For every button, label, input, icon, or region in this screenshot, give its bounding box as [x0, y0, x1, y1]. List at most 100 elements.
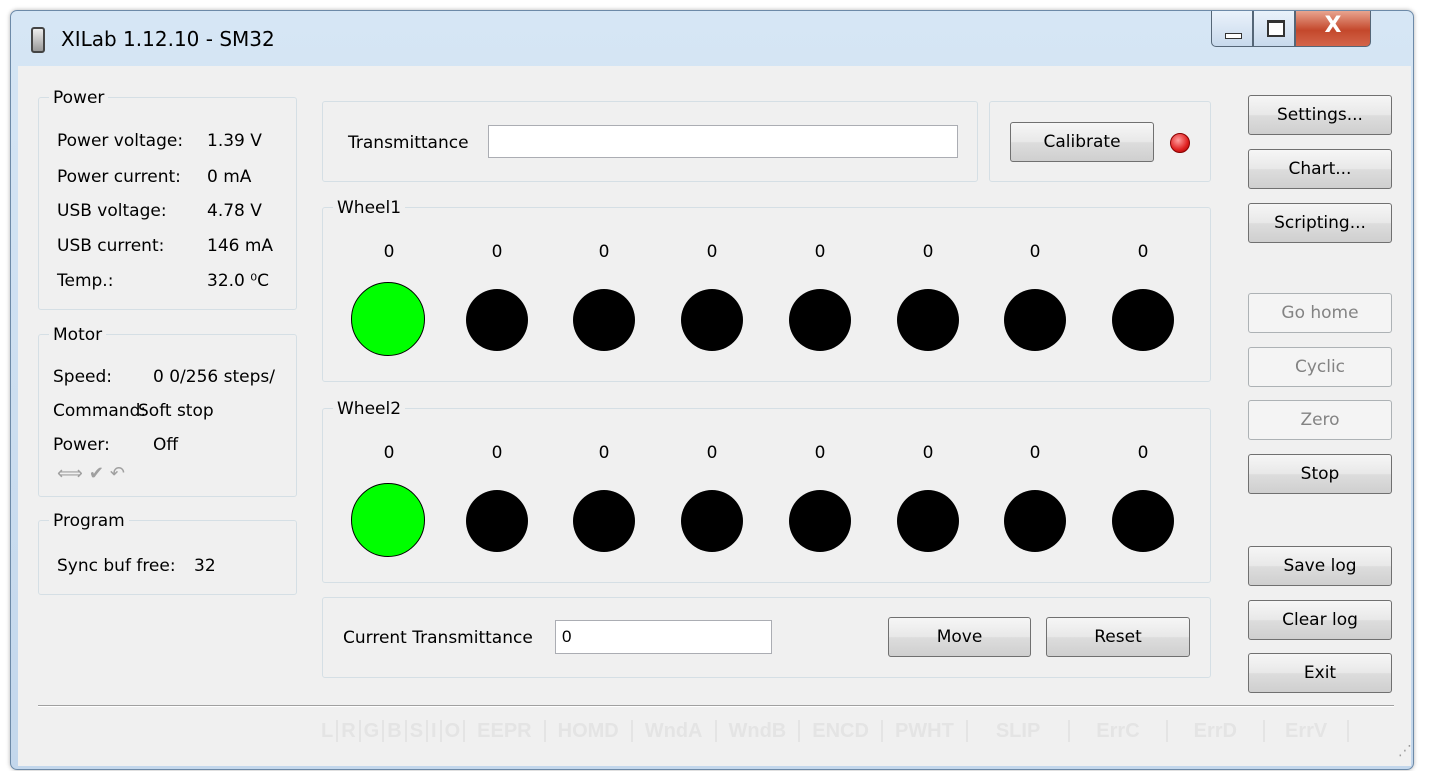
- exit-button[interactable]: Exit: [1248, 653, 1392, 693]
- zero-button[interactable]: Zero: [1248, 400, 1392, 440]
- wheel2-count-8: 0: [1137, 443, 1149, 463]
- wheel1-position-7[interactable]: [1004, 289, 1066, 351]
- status-flag-b: B: [384, 720, 407, 742]
- motor-speed-value: 0 0/256 steps/: [153, 367, 275, 387]
- wheel1-group: Wheel1: [322, 198, 1211, 382]
- wheel2-count-6: 0: [922, 443, 934, 463]
- bottom-separator: [38, 705, 1394, 707]
- temperature-value: 32.0 ⁰C: [207, 271, 269, 291]
- power-current-label: Power current:: [57, 167, 181, 187]
- scripting-button[interactable]: Scripting...: [1248, 203, 1392, 243]
- reset-button[interactable]: Reset: [1046, 617, 1190, 657]
- minimize-icon: [1225, 33, 1242, 39]
- status-flag-encd: ENCD: [800, 720, 883, 742]
- wheel1-position-5[interactable]: [789, 289, 851, 351]
- resize-grip-icon[interactable]: ⋰: [1398, 743, 1412, 759]
- minimize-button[interactable]: [1211, 11, 1253, 47]
- motor-command-label: Command:: [53, 401, 147, 421]
- power-voltage-value: 1.39 V: [207, 131, 262, 151]
- wheel1-count-3: 0: [598, 242, 610, 262]
- wheel2-position-5[interactable]: [789, 490, 851, 552]
- app-icon: [31, 27, 45, 53]
- wheel2-count-2: 0: [491, 443, 503, 463]
- transmittance-label: Transmittance: [348, 133, 469, 153]
- wheel2-position-7[interactable]: [1004, 490, 1066, 552]
- program-group-title: Program: [49, 511, 129, 531]
- motor-state-icons: ⟺✔↶: [57, 463, 131, 484]
- usb-voltage-value: 4.78 V: [207, 201, 262, 221]
- wheel1-position-1[interactable]: [351, 282, 425, 356]
- wheel2-count-4: 0: [706, 443, 718, 463]
- power-voltage-label: Power voltage:: [57, 131, 184, 151]
- wheel2-position-1[interactable]: [351, 483, 425, 557]
- status-flag-wndb: WndB: [716, 720, 801, 742]
- title-bar[interactable]: XILab 1.12.10 - SM32 X: [11, 11, 1413, 67]
- usb-voltage-label: USB voltage:: [57, 201, 167, 221]
- wheel1-position-3[interactable]: [573, 289, 635, 351]
- checkmark-icon: ✔: [88, 463, 110, 484]
- wheel1-position-4[interactable]: [681, 289, 743, 351]
- wheel2-position-8[interactable]: [1112, 490, 1174, 552]
- wheel1-count-5: 0: [814, 242, 826, 262]
- status-flag-wnda: WndA: [632, 720, 717, 742]
- status-flag-s: S: [406, 720, 429, 742]
- power-current-value: 0 mA: [207, 167, 252, 187]
- status-flag-homd: HOMD: [545, 720, 633, 742]
- close-icon: X: [1324, 13, 1342, 38]
- maximize-button[interactable]: [1253, 11, 1295, 47]
- usb-current-value: 146 mA: [207, 236, 274, 256]
- save-log-button[interactable]: Save log: [1248, 546, 1392, 586]
- status-flag-errc: ErrC: [1070, 720, 1168, 742]
- settings-button[interactable]: Settings...: [1248, 95, 1392, 135]
- motor-speed-label: Speed:: [53, 367, 113, 387]
- status-flag-pwht: PWHT: [882, 720, 968, 742]
- status-flag-o: O: [441, 720, 466, 742]
- calibrate-button[interactable]: Calibrate: [1010, 122, 1154, 162]
- current-transmittance-label: Current Transmittance: [343, 628, 533, 648]
- go-home-button[interactable]: Go home: [1248, 293, 1392, 333]
- motor-power-value: Off: [153, 435, 179, 455]
- double-arrow-icon: ⟺: [57, 463, 89, 484]
- current-transmittance-input[interactable]: [555, 620, 772, 654]
- move-button[interactable]: Move: [888, 617, 1031, 657]
- status-flag-l: L: [318, 720, 339, 742]
- wheel2-position-3[interactable]: [573, 490, 635, 552]
- wheel2-count-5: 0: [814, 443, 826, 463]
- stop-button[interactable]: Stop: [1248, 454, 1392, 494]
- motor-group-title: Motor: [49, 325, 107, 345]
- cyclic-button[interactable]: Cyclic: [1248, 347, 1392, 387]
- power-group-title: Power: [49, 88, 109, 108]
- chart-button[interactable]: Chart...: [1248, 149, 1392, 189]
- wheel2-position-2[interactable]: [466, 490, 528, 552]
- wheel1-count-2: 0: [491, 242, 503, 262]
- undo-icon: ↶: [109, 463, 131, 484]
- status-flag-errv: ErrV: [1265, 720, 1350, 742]
- maximize-icon: [1267, 20, 1285, 37]
- temperature-label: Temp.:: [57, 271, 114, 291]
- status-flag-r: R: [338, 720, 361, 742]
- wheel2-position-6[interactable]: [897, 490, 959, 552]
- status-flag-errd: ErrD: [1167, 720, 1265, 742]
- wheel2-position-4[interactable]: [681, 490, 743, 552]
- clear-log-button[interactable]: Clear log: [1248, 600, 1392, 640]
- status-flags-bar: L R G B S I O EEPR HOMD WndA WndB ENCD PWHT SLIP ErrC E…: [318, 720, 1350, 743]
- wheel2-title: Wheel2: [333, 399, 406, 419]
- window-title: XILab 1.12.10 - SM32: [61, 27, 275, 51]
- wheel2-count-3: 0: [598, 443, 610, 463]
- wheel1-position-8[interactable]: [1112, 289, 1174, 351]
- close-button[interactable]: X: [1295, 11, 1371, 47]
- wheel1-position-2[interactable]: [466, 289, 528, 351]
- motor-command-value: Soft stop: [138, 401, 214, 421]
- wheel1-position-6[interactable]: [897, 289, 959, 351]
- sync-buf-value: 32: [194, 556, 216, 576]
- sync-buf-label: Sync buf free:: [57, 556, 176, 576]
- wheel1-count-7: 0: [1029, 242, 1041, 262]
- wheel1-title: Wheel1: [333, 198, 406, 218]
- wheel2-count-1: 0: [383, 443, 395, 463]
- status-flag-g: G: [360, 720, 385, 742]
- status-flag-slip: SLIP: [967, 720, 1071, 742]
- transmittance-input[interactable]: [488, 125, 958, 158]
- wheel2-group: Wheel2: [322, 399, 1211, 583]
- wheel1-count-1: 0: [383, 242, 395, 262]
- wheel1-count-8: 0: [1137, 242, 1149, 262]
